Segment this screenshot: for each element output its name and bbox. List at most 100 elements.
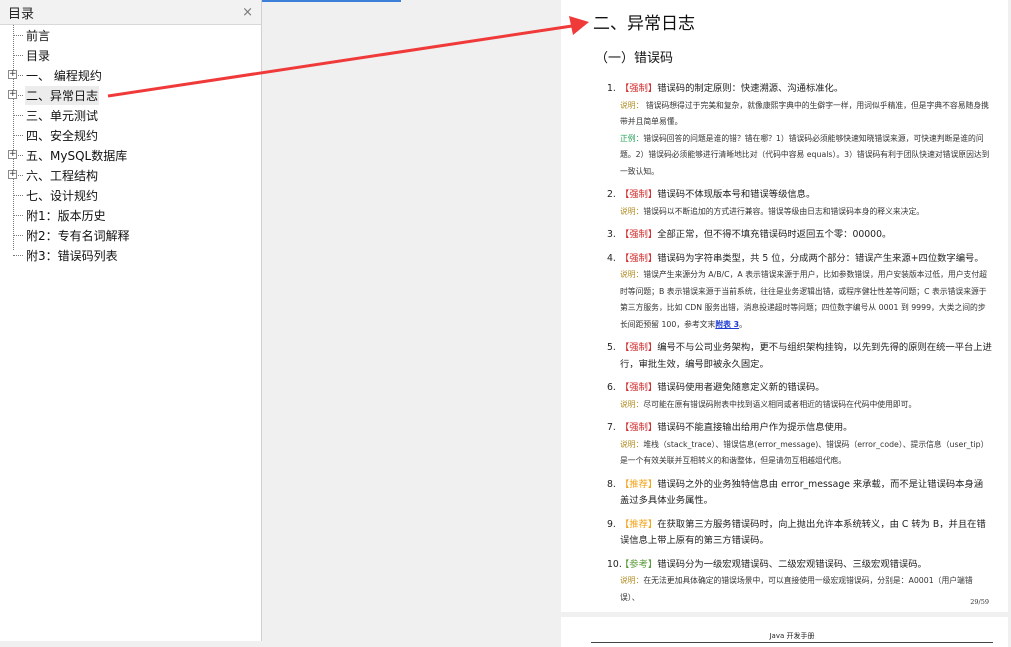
rule-note: 说明：尽可能在原有错误码附表中找到语义相同或者相近的错误码在代码中使用即可。: [620, 397, 992, 414]
rule-item: 5. 【强制】编号不与公司业务架构，更不与组织架构挂钩，以先到先得的原则在统一平台…: [607, 340, 992, 373]
rule-tag: 【强制】: [620, 189, 658, 200]
toc-item-label: 目录: [26, 48, 51, 63]
rule-text: 错误码不体现版本号和错误等级信息。: [657, 189, 816, 200]
rule-item: 2. 【强制】错误码不体现版本号和错误等级信息。说明：错误码以不断追加的方式进行兼…: [607, 187, 992, 220]
note-label: 说明：: [620, 576, 644, 585]
rule-text: 在获取第三方服务错误码时，向上抛出允许本系统转义，由 C 转为 B，并且在错误信…: [620, 518, 986, 547]
toc-item[interactable]: 三、单元测试: [0, 105, 261, 125]
expand-icon[interactable]: +: [8, 150, 17, 159]
tree-connector: [13, 55, 23, 56]
rule-item: 1. 【强制】错误码的制定原则：快速溯源、沟通标准化。说明： 错误码想得过于完美和…: [607, 81, 992, 180]
toc-item-label: 五、MySQL数据库: [26, 148, 128, 163]
toc-item[interactable]: + 一、 编程规约: [0, 65, 261, 85]
rule-item: 3. 【强制】全部正常，但不得不填充错误码时返回五个零：00000。: [607, 227, 992, 244]
rule-tag: 【强制】: [620, 422, 658, 433]
rule-text: 错误码使用者避免随意定义新的错误码。: [657, 382, 825, 393]
rule-text: 错误码为字符串类型，共 5 位，分成两个部分：错误产生来源+四位数字编号。: [657, 252, 984, 264]
rule-tag: 【参考】: [620, 558, 658, 570]
toc-item-label: 一、 编程规约: [26, 68, 102, 83]
toc-item-label: 七、设计规约: [26, 188, 99, 203]
page-number: 29/59: [970, 598, 989, 606]
toc-item[interactable]: + 二、异常日志: [0, 85, 261, 105]
toc-item[interactable]: 目录: [0, 45, 261, 65]
toc-item[interactable]: + 五、MySQL数据库: [0, 145, 261, 165]
note-label: 说明：: [620, 439, 644, 449]
rule-tag: 【强制】: [620, 229, 658, 240]
rule-text: 全部正常，但不得不填充错误码时返回五个零：00000。: [657, 229, 892, 240]
rule-tag: 【强制】: [620, 83, 658, 94]
rule-note: 说明：在无法更加具体确定的错误场景中，可以直接使用一级宏观错误码，分别是：A00…: [620, 573, 992, 606]
toc-item-label: 二、异常日志: [25, 85, 100, 105]
toc-item-label: 前言: [26, 28, 51, 43]
rule-tag: 【强制】: [620, 382, 658, 393]
toc-item[interactable]: 附1：版本历史: [0, 205, 261, 225]
toc-item[interactable]: 四、安全规约: [0, 125, 261, 145]
note-text: 堆栈（stack_trace）、错误信息(error_message)、错误码（…: [620, 439, 989, 466]
rule-item: 6. 【强制】错误码使用者避免随意定义新的错误码。 说明：尽可能在原有错误码附表中找…: [607, 380, 992, 413]
rule-note: 说明：错误产生来源分为 A/B/C，A 表示错误来源于用户，比如参数错误，用户安…: [620, 267, 992, 333]
toc-item-label: 六、工程结构: [26, 168, 99, 183]
page-header: Java 开发手册: [591, 631, 993, 643]
rule-note: 说明：错误码以不断追加的方式进行兼容。错误等级由日志和错误码本身的释义来决定。: [620, 204, 992, 221]
rule-item: 10. 【参考】错误码分为一级宏观错误码、二级宏观错误码、三级宏观错误码。说明：在…: [607, 557, 992, 607]
toc-tree: 前言目录 + 一、 编程规约 + 二、异常日志三、单元测试 四、安全规约 + 五、MySQL数…: [0, 25, 261, 265]
tree-connector: [13, 215, 23, 216]
next-document-page: Java 开发手册: [561, 617, 1008, 647]
rule-number: 10.: [607, 558, 622, 570]
rule-text: 错误码的制定原则：快速溯源、沟通标准化。: [657, 83, 844, 94]
rule-text: 错误码分为一级宏观错误码、二级宏观错误码、三级宏观错误码。: [657, 558, 927, 570]
expand-icon[interactable]: +: [8, 170, 17, 179]
tree-connector: [13, 115, 23, 116]
rule-tag: 【推荐】: [620, 518, 658, 530]
rule-text: 错误码之外的业务独特信息由 error_message 来承载，而不是让错误码本…: [620, 478, 984, 507]
rule-note: 正例：错误码回答的问题是谁的错？错在哪？1）错误码必须能够快速知晓错误来源，可快…: [620, 131, 992, 181]
rule-number: 2.: [607, 189, 616, 200]
note-text: 错误产生来源分为 A/B/C，A 表示错误来源于用户，比如参数错误，用户安装版本…: [620, 270, 987, 329]
toc-item[interactable]: 七、设计规约: [0, 185, 261, 205]
rule-note: 说明： 错误码想得过于完美和复杂，就像康熙字典中的生僻字一样，用词似乎精准，但是…: [620, 98, 992, 131]
tree-connector: [13, 135, 23, 136]
rule-tag: 【强制】: [620, 252, 658, 264]
rule-number: 4.: [607, 252, 616, 264]
toc-item[interactable]: + 六、工程结构: [0, 165, 261, 185]
rule-tag: 【推荐】: [620, 478, 658, 490]
expand-icon[interactable]: +: [8, 90, 17, 99]
toc-item-label: 附2：专有名词解释: [26, 228, 130, 243]
rule-list: 1. 【强制】错误码的制定原则：快速溯源、沟通标准化。 说明： 错误码想得过于完美和…: [607, 81, 992, 613]
toc-item-label: 三、单元测试: [26, 108, 99, 123]
document-page: 二、异常日志 （一）错误码 1. 【强制】错误码的制定原则：快速溯源、沟通标准化。…: [561, 0, 1008, 612]
note-text: 错误码以不断追加的方式进行兼容。错误等级由日志和错误码本身的释义来决定。: [643, 206, 925, 216]
section-heading: （一）错误码: [595, 51, 674, 66]
rule-item: 7. 【强制】错误码不能直接输出给用户作为提示信息使用。 说明：堆栈（stack_t…: [607, 420, 992, 470]
rule-note: 说明：堆栈（stack_trace）、错误信息(error_message)、错…: [620, 437, 992, 470]
appendix-link[interactable]: 附表 3: [715, 320, 739, 329]
rule-item: 4. 【强制】错误码为字符串类型，共 5 位，分成两个部分：错误产生来源+四位数字…: [607, 251, 992, 334]
toc-item-label: 附1：版本历史: [26, 208, 106, 223]
expand-icon[interactable]: +: [8, 70, 17, 79]
rule-number: 8.: [607, 478, 616, 490]
rule-number: 7.: [607, 422, 616, 433]
toc-item-label: 附3：错误码列表: [26, 248, 118, 263]
note-label: 说明：: [620, 399, 644, 409]
tree-connector: [13, 255, 23, 256]
toc-item-label: 四、安全规约: [26, 128, 99, 143]
note-label: 说明：: [620, 100, 644, 110]
rule-text: 编号不与公司业务架构，更不与组织架构挂钩，以先到先得的原则在统一平台上进行，审批…: [620, 342, 992, 370]
rule-number: 9.: [607, 518, 616, 530]
toc-item[interactable]: 前言: [0, 25, 261, 45]
toc-item[interactable]: 附2：专有名词解释: [0, 225, 261, 245]
note-text: 在无法更加具体确定的错误场景中，可以直接使用一级宏观错误码，分别是：A0001（…: [620, 576, 973, 602]
close-icon[interactable]: ×: [242, 5, 253, 20]
toc-sidebar: 目录 × 前言 目录 + 一、 编程规约 + 二、异常日志 三、单元测试 四、安全规约 + 五、M…: [0, 0, 262, 641]
sidebar-title: 目录: [8, 6, 35, 22]
rule-number: 3.: [607, 229, 616, 240]
toc-item[interactable]: 附3：错误码列表: [0, 245, 261, 265]
tree-connector: [13, 35, 23, 36]
note-text: 尽可能在原有错误码附表中找到语义相同或者相近的错误码在代码中使用即可。: [643, 399, 917, 409]
tree-connector: [13, 195, 23, 196]
rule-item: 9. 【推荐】在获取第三方服务错误码时，向上抛出允许本系统转义，由 C 转为 B，…: [607, 517, 992, 550]
page-heading: 二、异常日志: [593, 14, 695, 34]
note-text: 错误码想得过于完美和复杂，就像康熙字典中的生僻字一样，用词似乎精准，但是字典不容…: [620, 100, 989, 127]
rule-number: 1.: [607, 83, 616, 94]
sidebar-header: 目录 ×: [0, 0, 261, 25]
